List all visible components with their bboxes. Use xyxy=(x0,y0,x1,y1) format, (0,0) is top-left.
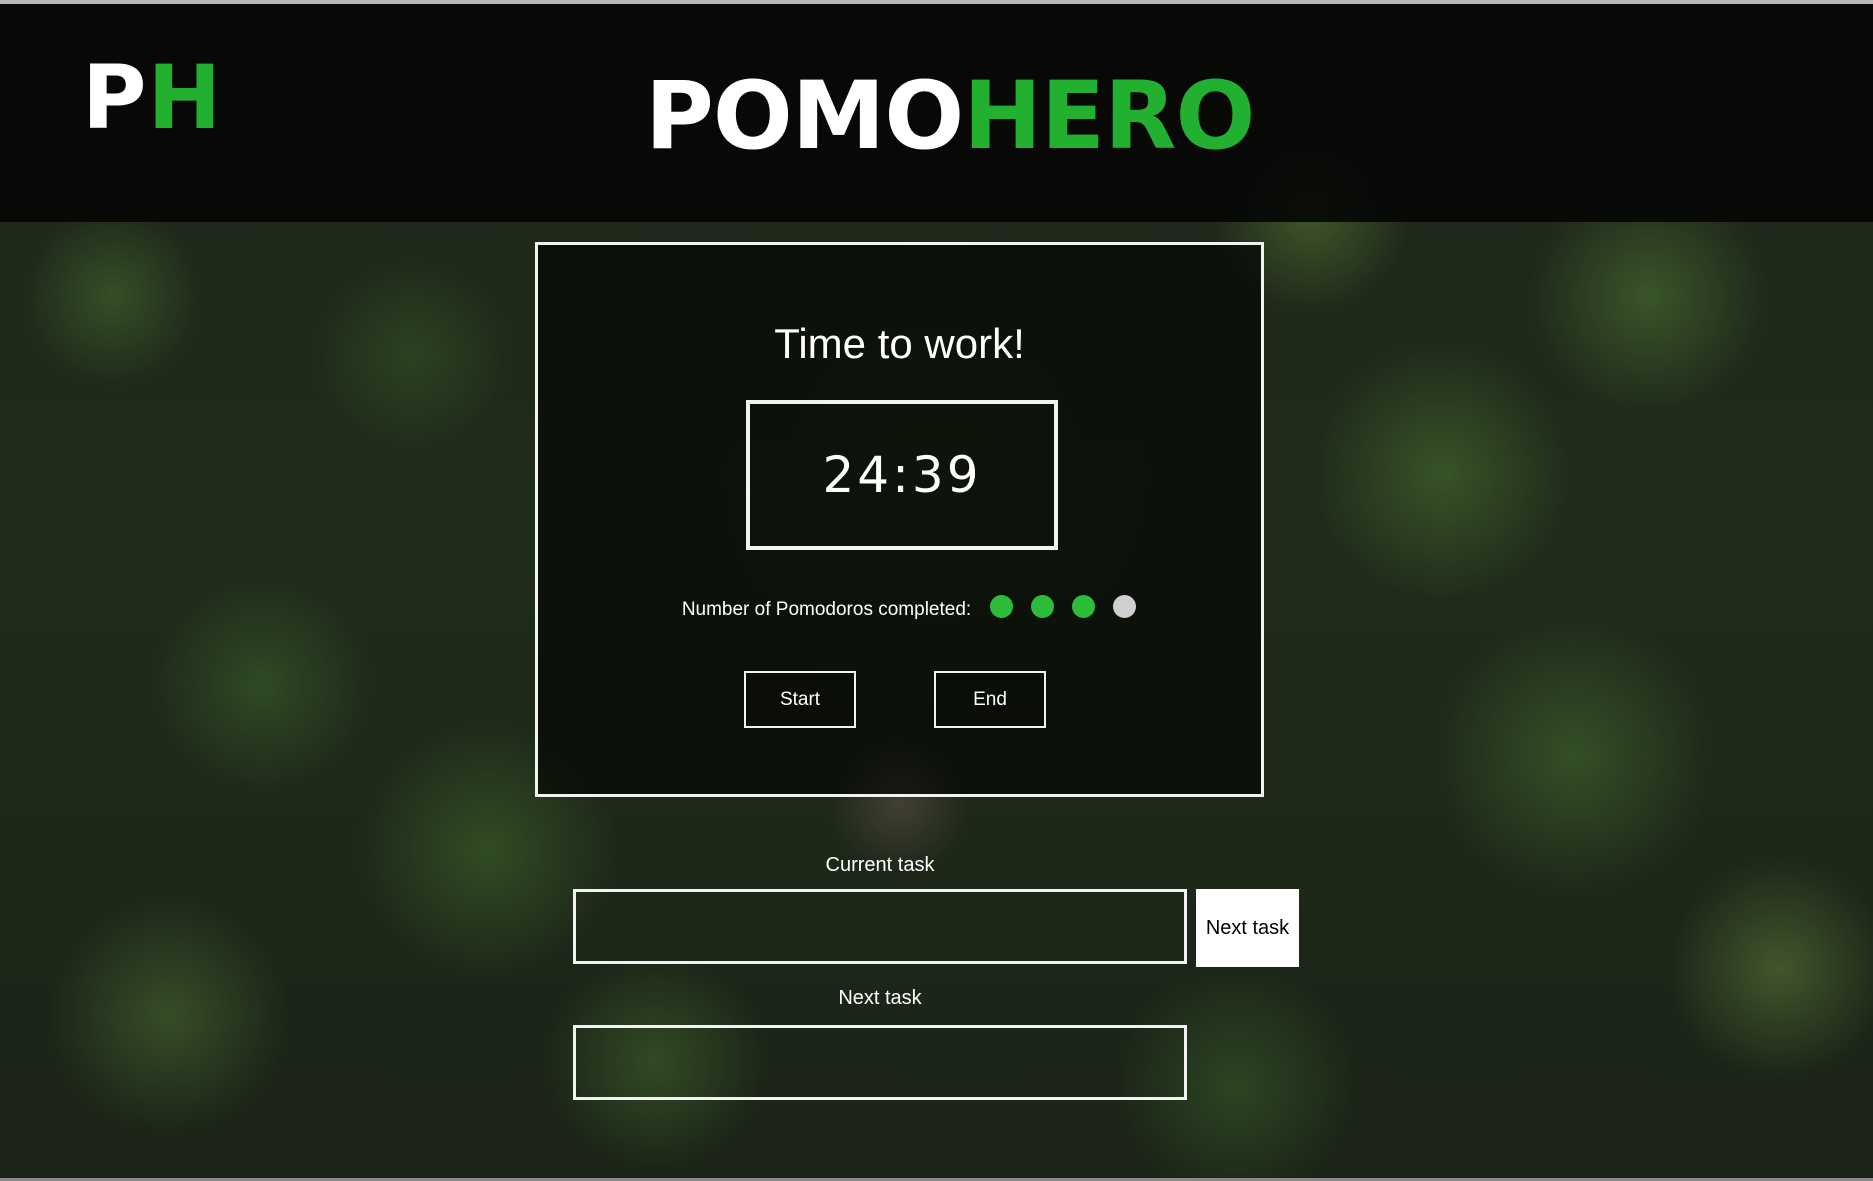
site-title-pomo: POMO xyxy=(645,62,964,171)
timer-heading: Time to work! xyxy=(774,320,1025,367)
site-title: POMOHERO xyxy=(645,70,1255,164)
logo-letter-h: H xyxy=(147,46,223,149)
next-task-button[interactable]: Next task xyxy=(1196,889,1299,967)
timer-panel: Time to work! 24:39 Number of Pomodoros … xyxy=(535,242,1264,797)
end-button[interactable]: End xyxy=(934,671,1046,728)
pomodoro-dots xyxy=(981,595,1145,623)
pomodoro-counter: Number of Pomodoros completed: xyxy=(538,595,1261,623)
pomodoro-dot-completed xyxy=(1031,595,1055,618)
current-task-input[interactable] xyxy=(573,889,1187,964)
site-title-hero: HERO xyxy=(963,62,1255,171)
pomodoro-dot-pending xyxy=(1113,595,1137,618)
logo-letter-p: P xyxy=(82,46,148,149)
next-task-label: Next task xyxy=(838,987,922,1009)
pomodoro-dot-completed xyxy=(1072,595,1096,618)
logo[interactable]: PH xyxy=(82,54,222,142)
timer-display: 24:39 xyxy=(746,400,1058,550)
pomodoro-count-label: Number of Pomodoros completed: xyxy=(681,598,972,620)
timer-value: 24:39 xyxy=(822,446,982,504)
current-task-label: Current task xyxy=(825,854,935,876)
site-header: PH POMOHERO xyxy=(0,4,1873,222)
next-task-input[interactable] xyxy=(573,1025,1187,1100)
pomodoro-dot-completed xyxy=(990,595,1014,618)
start-button[interactable]: Start xyxy=(744,671,856,728)
